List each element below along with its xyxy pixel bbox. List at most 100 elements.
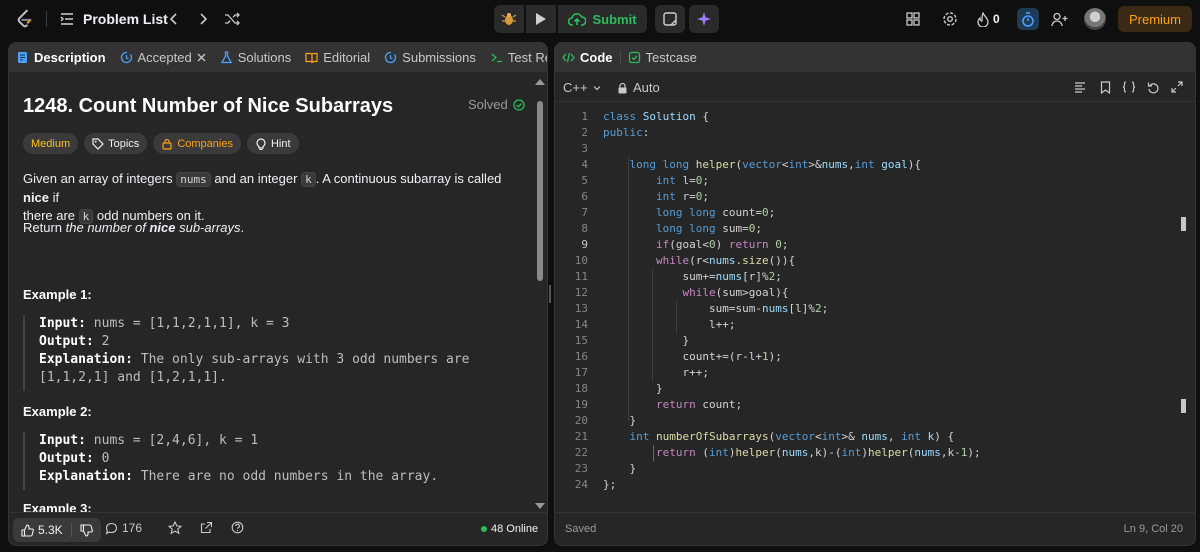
flask-icon <box>220 51 232 64</box>
top-navbar: Problem List Submit 0 Premium <box>0 0 1200 38</box>
code-text: } <box>603 382 663 395</box>
expand-icon[interactable] <box>1170 80 1184 94</box>
notes-icon[interactable] <box>655 5 685 33</box>
lock-icon <box>162 138 172 150</box>
tab-accepted[interactable]: Accepted <box>113 43 213 72</box>
comment-icon <box>105 522 118 535</box>
next-problem-chevron-right-icon[interactable] <box>193 9 213 29</box>
line-number: 5 <box>581 174 588 187</box>
left-tab-bar: Description Accepted Solutions Editorial… <box>9 43 547 72</box>
lock-icon <box>618 82 627 93</box>
user-avatar[interactable] <box>1084 8 1106 30</box>
leetcode-logo-icon[interactable] <box>14 8 36 30</box>
companies-chip[interactable]: Companies <box>153 133 241 154</box>
code-text: sum+=nums[r]%2; <box>603 270 782 283</box>
line-number: 21 <box>574 430 588 443</box>
format-align-icon[interactable] <box>1073 80 1087 94</box>
curly-braces-icon[interactable] <box>1122 80 1136 94</box>
online-count: 48 Online <box>481 523 538 535</box>
code-text: while(sum>goal){ <box>682 286 789 299</box>
line-number: 11 <box>574 270 588 283</box>
code-text: public: <box>603 126 650 139</box>
add-friend-icon[interactable] <box>1049 9 1069 29</box>
tab-code[interactable]: Code <box>555 43 620 72</box>
code-text: long long helper(vector<int>&nums,int go… <box>629 158 921 171</box>
line-number: 9 <box>581 238 588 251</box>
like-dislike-group: 5.3K <box>13 518 101 542</box>
solved-status: Solved <box>468 97 525 112</box>
example-1-title: Example 1: <box>23 287 92 302</box>
return-statement: Return the number of nice sub-arrays. <box>23 220 245 235</box>
tab-solutions[interactable]: Solutions <box>213 43 298 72</box>
code-text: long long count=0; <box>655 206 776 219</box>
line-number: 4 <box>581 158 588 171</box>
favorite-star-icon[interactable] <box>168 521 182 535</box>
description-panel: Description Accepted Solutions Editorial… <box>8 42 548 546</box>
code-text: }; <box>603 478 617 491</box>
scroll-down-arrow[interactable] <box>535 503 545 509</box>
online-dot-icon <box>481 526 487 532</box>
code-text: if(goal<0) return 0; <box>655 238 789 251</box>
settings-gear-icon[interactable] <box>940 9 960 29</box>
help-question-icon[interactable] <box>231 521 244 534</box>
topics-chip[interactable]: Topics <box>84 133 148 154</box>
ai-sparkle-icon[interactable] <box>689 5 719 33</box>
submit-button[interactable]: Submit <box>558 5 647 33</box>
share-icon[interactable] <box>200 521 213 534</box>
difficulty-badge[interactable]: Medium <box>23 133 79 154</box>
description-scrollbar[interactable] <box>537 101 543 281</box>
saved-status: Saved <box>565 523 597 535</box>
tab-description[interactable]: Description <box>9 43 113 72</box>
line-number: 20 <box>574 414 588 427</box>
line-number: 12 <box>574 286 588 299</box>
problem-list-link[interactable]: Problem List <box>83 11 168 27</box>
code-panel: Code Testcase C++ Auto 1 class Solution … <box>554 42 1196 546</box>
description-footer: 5.3K 176 48 Online <box>9 512 547 545</box>
description-doc-icon <box>18 52 27 63</box>
editor-scrollbar-marker[interactable] <box>1181 399 1186 413</box>
streak-flame-icon[interactable] <box>973 9 993 29</box>
bookmark-icon[interactable] <box>1098 80 1112 94</box>
problem-description: Given an array of integers nums and an i… <box>23 171 502 224</box>
timer-stopwatch-icon[interactable] <box>1017 8 1039 30</box>
close-tab-icon[interactable] <box>197 53 206 62</box>
premium-button[interactable]: Premium <box>1118 6 1192 32</box>
panel-resize-handle[interactable] <box>549 285 551 303</box>
line-number: 22 <box>574 446 588 459</box>
problem-title[interactable]: 1248. Count Number of Nice Subarrays <box>23 95 393 118</box>
example-2-block: Input: nums = [2,4,6], k = 1 Output: 0 E… <box>23 432 523 490</box>
check-circle-icon <box>513 98 525 111</box>
layout-grid-icon[interactable] <box>903 9 923 29</box>
code-text: int numberOfSubarrays(vector<int>& nums,… <box>629 430 955 443</box>
book-icon <box>305 52 318 64</box>
cursor-position: Ln 9, Col 20 <box>1123 523 1183 535</box>
line-number: 24 <box>574 478 588 491</box>
editor-scrollbar-marker[interactable] <box>1181 217 1186 231</box>
tab-submissions[interactable]: Submissions <box>377 43 483 72</box>
code-text: class Solution { <box>603 110 709 123</box>
code-text: count+=(r-l+1); <box>603 350 782 363</box>
checkbox-icon <box>628 51 640 64</box>
auto-mode-toggle[interactable]: Auto <box>617 80 660 95</box>
tab-test-result[interactable]: Test Re <box>483 43 547 72</box>
lightbulb-icon <box>256 137 266 150</box>
tab-testcase[interactable]: Testcase <box>621 43 704 72</box>
scroll-up-arrow[interactable] <box>535 79 545 85</box>
code-text: return count; <box>655 398 743 411</box>
code-text: sum=sum-nums[l]%2; <box>603 302 829 315</box>
tag-icon <box>92 137 104 150</box>
comments-button[interactable]: 176 <box>105 521 142 535</box>
reset-undo-icon[interactable] <box>1146 80 1160 94</box>
prev-problem-chevron-left-icon[interactable] <box>164 9 184 29</box>
random-problem-shuffle-icon[interactable] <box>222 9 242 29</box>
tab-editorial[interactable]: Editorial <box>298 43 377 72</box>
language-select[interactable]: C++ <box>563 80 602 95</box>
problem-list-icon[interactable] <box>59 11 75 27</box>
hint-chip[interactable]: Hint <box>246 133 299 154</box>
code-text: } <box>603 462 637 475</box>
debug-bug-icon[interactable] <box>494 5 524 33</box>
like-button[interactable]: 5.3K <box>13 518 71 542</box>
run-play-icon[interactable] <box>526 5 556 33</box>
editor-footer: Saved Ln 9, Col 20 <box>555 512 1195 545</box>
dislike-button[interactable] <box>72 518 101 542</box>
